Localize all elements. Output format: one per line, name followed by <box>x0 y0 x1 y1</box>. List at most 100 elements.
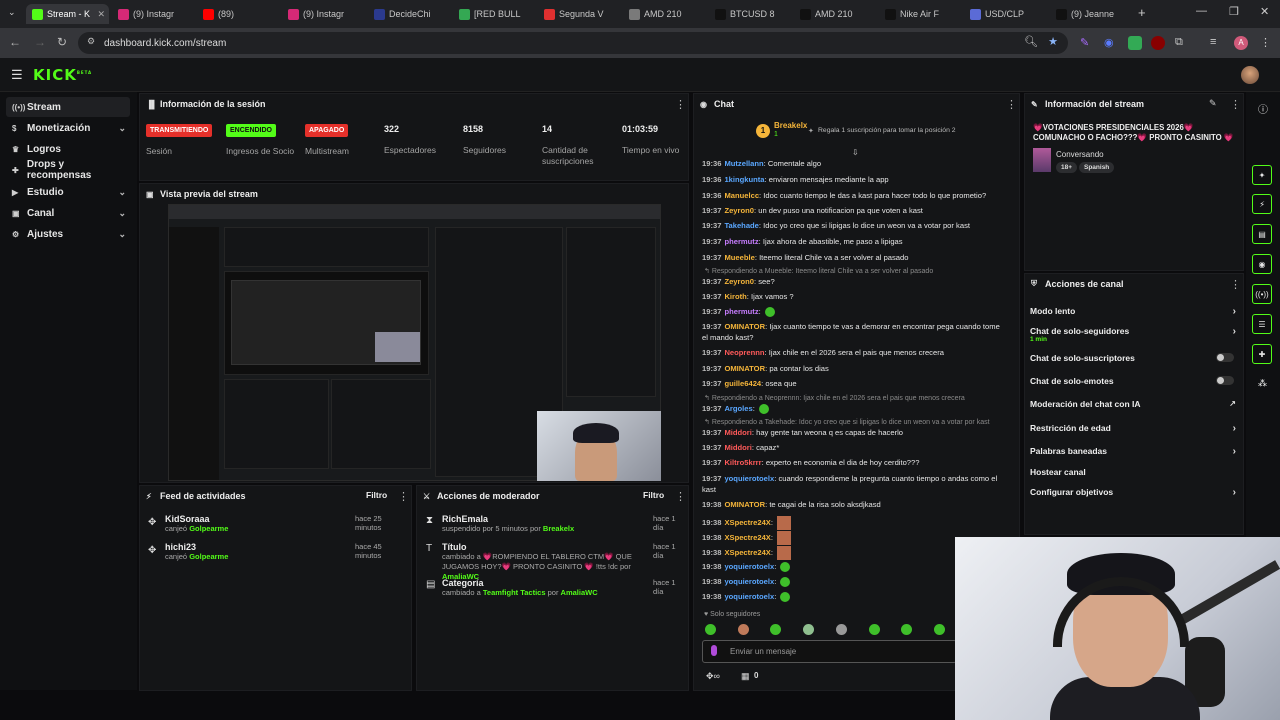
chat-reply-context[interactable]: ↰ Respondiendo a Mueeble: Iteemo literal… <box>704 267 933 275</box>
category-thumbnail[interactable] <box>1033 148 1051 172</box>
sidebar-item-estudio[interactable]: ▶ Estudio ⌄ <box>6 182 130 202</box>
chat-username[interactable]: Zeyron0 <box>724 277 754 286</box>
mic-icon[interactable] <box>711 645 717 656</box>
more-options-icon[interactable]: ⋮ <box>675 98 686 111</box>
chat-message[interactable]: 19:37 OMINATOR: pa contar los dias <box>702 364 1002 375</box>
quick-emote[interactable] <box>836 624 847 635</box>
chat-message[interactable]: 19:37 OMINATOR: Ijax cuanto tiempo te vas… <box>702 322 1002 343</box>
hamburger-menu-icon[interactable]: ☰ <box>11 67 23 83</box>
url-field[interactable]: ⚙ dashboard.kick.com/stream 🔍︎ ★ <box>78 32 1068 54</box>
browser-tab[interactable]: BTCUSD 8 <box>709 4 792 24</box>
sidebar-item-logros[interactable]: ♛ Logros <box>6 139 130 159</box>
user-avatar[interactable] <box>1241 66 1259 84</box>
browser-tab[interactable]: USD/CLP <box>964 4 1047 24</box>
chat-message[interactable]: 19:37 Argoles: <box>702 404 1002 415</box>
browser-tab[interactable]: Segunda V <box>538 4 621 24</box>
quick-emote[interactable] <box>869 624 880 635</box>
channel-action-item[interactable]: Moderación del chat con IA ↗ <box>1030 399 1240 409</box>
chat-username[interactable]: Argoles <box>724 404 752 413</box>
edit-icon[interactable]: ✎ <box>1209 98 1217 109</box>
extension-icon[interactable]: ◉ <box>1104 36 1118 50</box>
rail-bolt-button[interactable]: ⚡︎ <box>1252 194 1272 214</box>
chat-message[interactable]: 19:37 phermutz: <box>702 307 1002 318</box>
sidebar-item-stream[interactable]: ((•)) Stream <box>6 97 130 117</box>
browser-tab[interactable]: DecideChi <box>368 4 451 24</box>
sidebar-item-drops[interactable]: ✚ Drops y recompensas <box>6 159 130 181</box>
browser-tab[interactable]: (9) Jeanne <box>1050 4 1133 24</box>
chat-reply-context[interactable]: ↰ Respondiendo a Takehade: Idoc yo creo … <box>704 418 990 426</box>
rail-cam-button[interactable]: ✦ <box>1252 165 1272 185</box>
more-options-icon[interactable]: ⋮ <box>398 490 409 503</box>
browser-tab[interactable]: (89) <box>197 4 280 24</box>
browser-menu-icon[interactable]: ⋮ <box>1260 36 1274 50</box>
reload-icon[interactable]: ↻ <box>57 35 67 49</box>
chat-username[interactable]: Mutzellann <box>724 159 763 168</box>
profile-avatar[interactable]: A <box>1234 36 1248 50</box>
chat-username[interactable]: Middori <box>724 443 751 452</box>
channel-action-item[interactable]: Palabras baneadas › <box>1030 446 1240 457</box>
browser-tab[interactable]: AMD 210 <box>794 4 877 24</box>
quick-emote[interactable] <box>901 624 912 635</box>
rail-broadcast-button[interactable]: ((•)) <box>1252 284 1272 304</box>
rail-list-button[interactable]: ☰ <box>1252 314 1272 334</box>
browser-tab[interactable]: (9) Instagr <box>282 4 365 24</box>
chat-message[interactable]: 19:36 Manuelcc: Idoc cuanto tiempo le das… <box>702 191 1002 202</box>
chat-message[interactable]: 19:37 guille6424: osea que <box>702 379 1002 390</box>
chat-username[interactable]: Kiroth <box>724 292 746 301</box>
chat-username[interactable]: 1kingkunta <box>724 175 764 184</box>
chat-username[interactable]: Neoprennn <box>724 348 764 357</box>
toggle-switch[interactable] <box>1216 376 1234 385</box>
maximize-icon[interactable]: ❐ <box>1229 5 1239 18</box>
zoom-icon[interactable]: 🔍︎ <box>1024 35 1038 48</box>
chat-message[interactable]: 19:36 Mutzellann: Comentale algo <box>702 159 1002 170</box>
info-icon[interactable]: ⓘ <box>1258 101 1268 116</box>
close-window-icon[interactable]: ✕ <box>1260 5 1269 18</box>
media-control-icon[interactable]: ≡ <box>1210 36 1224 50</box>
filter-button[interactable]: Filtro <box>643 490 664 500</box>
chat-username[interactable]: Zeyron0 <box>724 206 754 215</box>
chat-message[interactable]: 19:37 Neoprennn: Ijax chile en el 2026 se… <box>702 348 1002 359</box>
category-name[interactable]: Conversando <box>1056 150 1104 159</box>
chat-message[interactable]: 19:37 Zeyron0: un dev puso una notificaci… <box>702 206 1002 217</box>
chat-username[interactable]: XSpectre24X <box>724 518 770 527</box>
chat-message[interactable]: 19:36 1kingkunta: enviaron mensajes media… <box>702 175 1002 186</box>
chat-username[interactable]: Middori <box>724 428 751 437</box>
chat-reply-context[interactable]: ↰ Respondiendo a Neoprennn: Ijax chile e… <box>704 394 965 402</box>
channel-action-item[interactable]: Chat de solo-seguidores 1 min › <box>1030 326 1240 343</box>
chat-username[interactable]: Manuelcc <box>724 191 759 200</box>
new-tab-button[interactable]: + <box>1138 5 1146 20</box>
forward-icon[interactable]: → <box>34 35 46 49</box>
extension-icon[interactable] <box>1128 36 1142 50</box>
chat-message[interactable]: 19:37 yoquierotoelx: cuando respondieme l… <box>702 474 1002 495</box>
chat-username[interactable]: yoquierotoelx <box>724 577 774 586</box>
more-options-icon[interactable]: ⋮ <box>675 490 686 503</box>
sidebar-item-canal[interactable]: ▣ Canal ⌄ <box>6 203 130 223</box>
ublock-icon[interactable] <box>1151 36 1165 50</box>
close-tab-icon[interactable]: ✕ <box>97 9 105 20</box>
browser-tab[interactable]: AMD 210 <box>623 4 706 24</box>
more-options-icon[interactable]: ⋮ <box>1230 278 1241 291</box>
chat-username[interactable]: yoquierotoelx <box>724 474 774 483</box>
chat-message[interactable]: 19:37 Zeyron0: see? <box>702 277 1002 288</box>
toggle-switch[interactable] <box>1216 353 1234 362</box>
chat-message[interactable]: 19:37 Kiroth: Ijax vamos ? <box>702 292 1002 303</box>
browser-tab[interactable]: Stream - K ✕ <box>26 4 109 24</box>
quick-emote[interactable] <box>934 624 945 635</box>
chat-username[interactable]: phermutz <box>724 237 758 246</box>
bookmark-star-icon[interactable]: ★ <box>1048 35 1058 48</box>
quick-emote[interactable] <box>770 624 781 635</box>
chat-username[interactable]: OMINATOR <box>724 322 765 331</box>
chat-username[interactable]: XSpectre24X <box>724 548 770 557</box>
quick-emote[interactable] <box>738 624 749 635</box>
channel-action-item[interactable]: Hostear canal <box>1030 467 1240 477</box>
rail-doc-button[interactable]: ▤ <box>1252 224 1272 244</box>
browser-tab[interactable]: [RED BULL <box>453 4 536 24</box>
chat-message[interactable]: 19:37 phermutz: Ijax ahora de abastible, … <box>702 237 1002 248</box>
channel-action-item[interactable]: Configurar objetivos › <box>1030 487 1240 498</box>
chat-message[interactable]: 19:37 Middori: hay gente tan weona q es c… <box>702 428 1002 439</box>
rail-wrench-button[interactable]: ✚ <box>1252 344 1272 364</box>
rail-share-icon[interactable]: ⁂ <box>1258 378 1267 389</box>
chat-username[interactable]: XSpectre24X <box>724 533 770 542</box>
back-icon[interactable]: ← <box>9 35 21 49</box>
chat-message[interactable]: 19:37 Kiltro5krrr: experto en economia el… <box>702 458 1002 469</box>
